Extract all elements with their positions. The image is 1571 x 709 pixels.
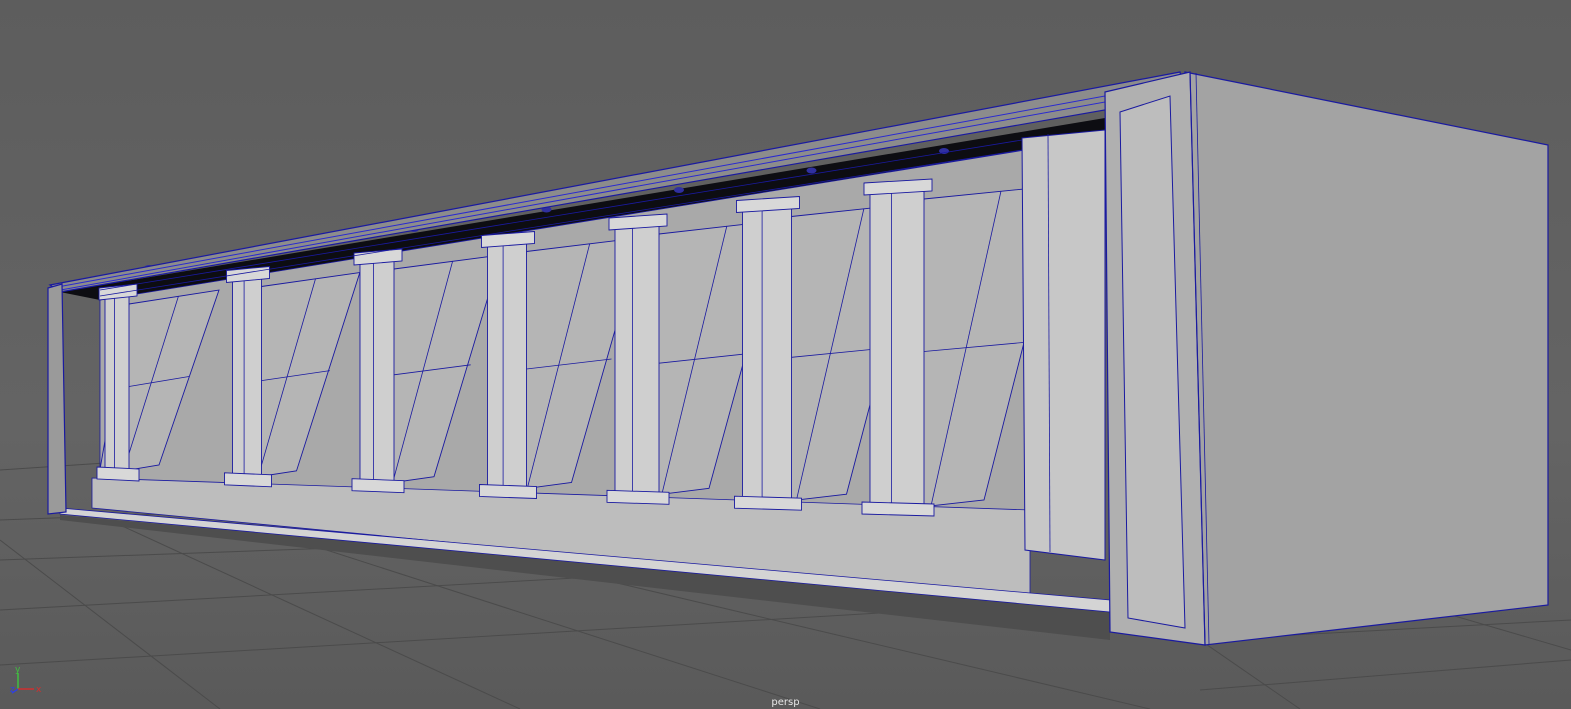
bay-pillar: [359, 260, 395, 490]
bay-base: [734, 495, 802, 511]
scene-canvas[interactable]: [0, 0, 1571, 709]
bay-pillar: [869, 190, 925, 513]
ceiling-lamp-icon: [674, 187, 684, 193]
bay-base: [351, 478, 405, 494]
bay-base: [479, 484, 537, 499]
bay-pillar: [104, 295, 130, 478]
maya-perspective-viewport[interactable]: y x z persp: [0, 0, 1571, 709]
right-end-wall[interactable]: [1184, 71, 1549, 646]
bay-pillar: [742, 208, 792, 507]
z-axis-label: z: [10, 685, 15, 695]
bay-base: [606, 489, 670, 505]
x-axis-label: x: [36, 685, 42, 695]
bay-base: [224, 472, 272, 488]
axis-gizmo: y x z: [10, 665, 50, 695]
ceiling-lamp-icon: [806, 167, 817, 174]
bay-base: [861, 501, 935, 517]
right-pillar: [1021, 129, 1106, 561]
camera-name-label: persp: [771, 697, 800, 708]
bay-pillar: [614, 225, 660, 501]
left-frame[interactable]: [47, 283, 67, 515]
bay-base: [96, 466, 140, 482]
bay-pillar: [487, 243, 527, 495]
bay-pillar: [232, 278, 262, 484]
y-axis-label: y: [15, 665, 21, 675]
